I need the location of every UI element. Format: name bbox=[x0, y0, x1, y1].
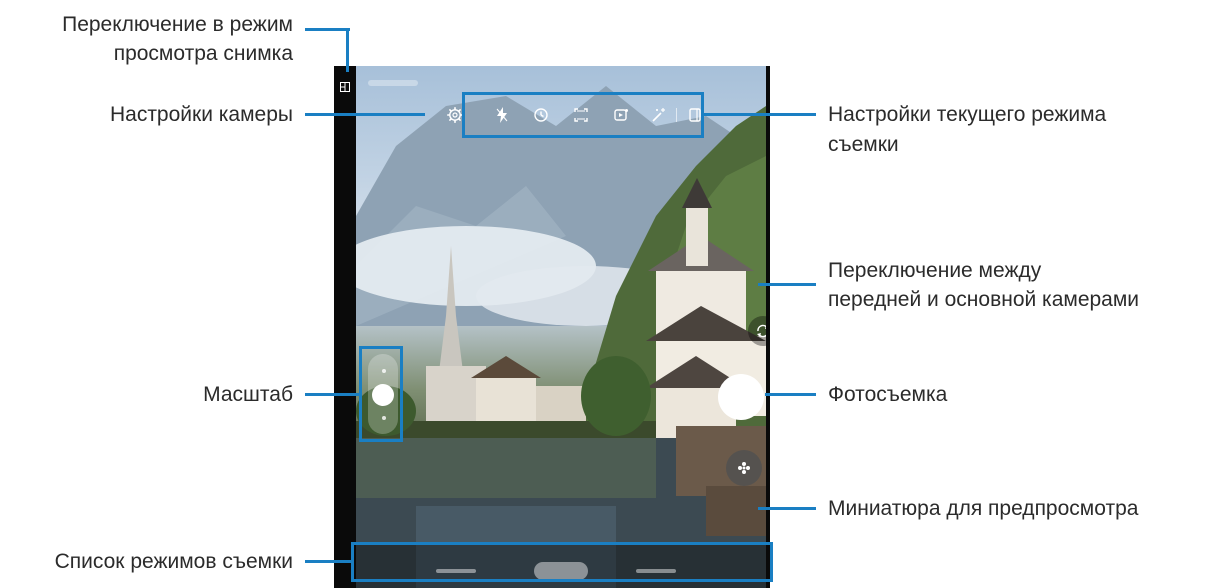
callout-zoom: Масштаб bbox=[203, 383, 293, 406]
switch-camera-icon bbox=[757, 324, 766, 338]
mode-settings-highlight bbox=[462, 92, 704, 138]
callout-switch-line2: передней и основной камерами bbox=[828, 288, 1140, 311]
callout-line-mode-settings bbox=[704, 113, 816, 116]
view-mode-icon bbox=[340, 82, 350, 92]
callout-mode-settings-line2: съемки bbox=[828, 133, 899, 156]
tree bbox=[581, 356, 651, 436]
callout-line-view-mode bbox=[305, 28, 350, 31]
gallery-thumbnail-icon bbox=[738, 462, 750, 474]
gear-icon bbox=[447, 107, 463, 123]
top-hint bbox=[368, 80, 418, 86]
callout-line-thumbnail bbox=[758, 507, 816, 510]
callout-view-mode-line2: просмотра снимка bbox=[113, 42, 293, 65]
callout-switch-line1: Переключение между bbox=[828, 259, 1042, 282]
house bbox=[536, 386, 586, 426]
house bbox=[476, 376, 536, 426]
callout-view-mode-line1: Переключение в режим bbox=[62, 13, 293, 36]
callout-line-zoom bbox=[305, 393, 359, 396]
reflection bbox=[356, 438, 656, 498]
view-mode-button[interactable] bbox=[338, 80, 352, 94]
camera-viewfinder[interactable] bbox=[356, 66, 766, 588]
callout-preview-thumbnail: Миниатюра для предпросмотра bbox=[828, 497, 1139, 520]
church-tower bbox=[686, 206, 708, 266]
mode-list-highlight bbox=[351, 542, 773, 582]
viewfinder-scene bbox=[356, 86, 766, 588]
callout-mode-settings-line1: Настройки текущего режима bbox=[828, 103, 1107, 126]
preview-thumbnail[interactable] bbox=[726, 450, 762, 486]
callout-line-switch bbox=[758, 283, 816, 286]
zoom-highlight bbox=[359, 346, 403, 442]
boathouse bbox=[706, 486, 766, 536]
callout-line-shutter bbox=[765, 393, 816, 396]
phone-screen bbox=[334, 66, 770, 588]
callout-camera-settings: Настройки камеры bbox=[109, 103, 293, 126]
callout-line-settings bbox=[305, 113, 425, 116]
callout-line-view-mode-vert bbox=[346, 28, 349, 72]
callout-shutter: Фотосъемка bbox=[828, 383, 948, 406]
shutter-button[interactable] bbox=[718, 374, 764, 420]
callout-line-modes bbox=[305, 560, 351, 563]
callout-modes-list: Список режимов съемки bbox=[54, 550, 293, 573]
